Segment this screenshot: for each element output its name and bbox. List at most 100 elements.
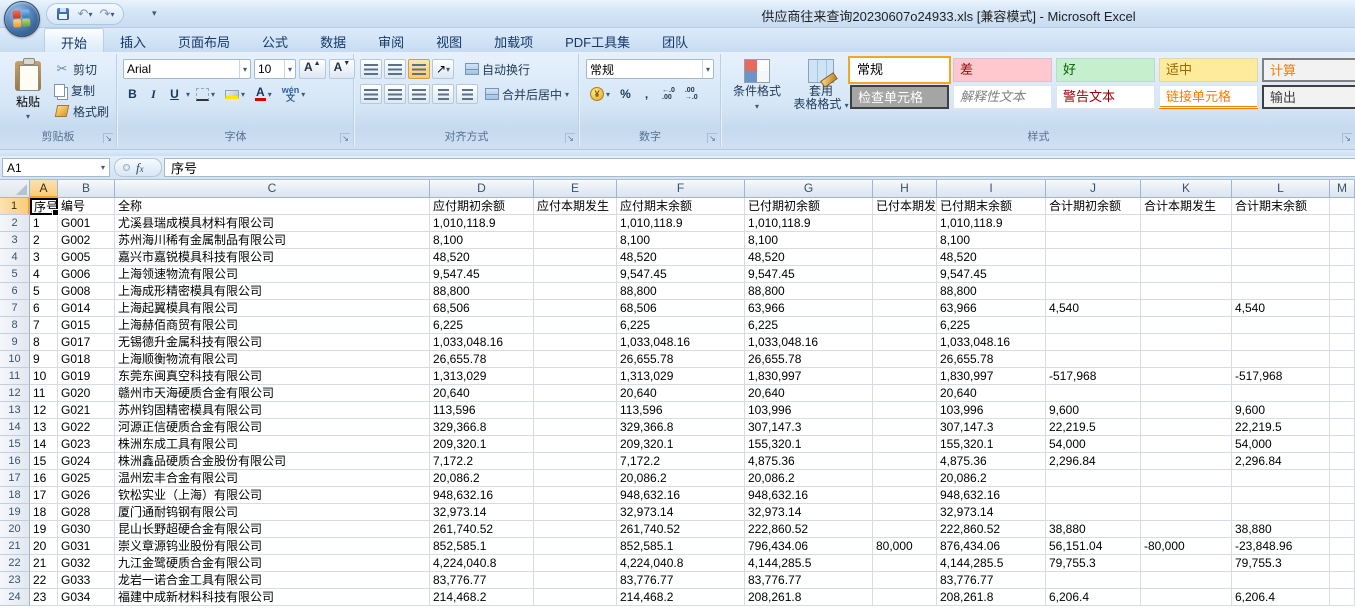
cell-H11[interactable]: [873, 368, 937, 385]
insert-function-button[interactable]: fx: [114, 158, 162, 177]
row-header-3[interactable]: 3: [0, 232, 30, 249]
cell-C3[interactable]: 苏州海川稀有金属制品有限公司: [115, 232, 430, 249]
cell-M16[interactable]: [1330, 453, 1355, 470]
cell-H2[interactable]: [873, 215, 937, 232]
cell-I14[interactable]: 307,147.3: [937, 419, 1046, 436]
shrink-font-button[interactable]: A▼: [329, 59, 356, 79]
cell-D9[interactable]: 1,033,048.16: [430, 334, 534, 351]
cell-G24[interactable]: 208,261.8: [745, 589, 873, 606]
cell-B10[interactable]: G018: [58, 351, 115, 368]
cell-H5[interactable]: [873, 266, 937, 283]
decrease-decimal-button[interactable]: .00→.0: [681, 84, 702, 104]
cell-C11[interactable]: 东莞东闽真空科技有限公司: [115, 368, 430, 385]
cell-style-警告文本[interactable]: 警告文本: [1056, 85, 1155, 109]
cell-C7[interactable]: 上海起翼模具有限公司: [115, 300, 430, 317]
cell-J13[interactable]: 9,600: [1046, 402, 1141, 419]
percent-button[interactable]: %: [616, 84, 635, 104]
cell-D24[interactable]: 214,468.2: [430, 589, 534, 606]
row-header-21[interactable]: 21: [0, 538, 30, 555]
row-header-23[interactable]: 23: [0, 572, 30, 589]
cell-K23[interactable]: [1141, 572, 1232, 589]
cell-F20[interactable]: 261,740.52: [617, 521, 745, 538]
row-header-16[interactable]: 16: [0, 453, 30, 470]
cell-J7[interactable]: 4,540: [1046, 300, 1141, 317]
cell-B20[interactable]: G030: [58, 521, 115, 538]
cell-F16[interactable]: 7,172.2: [617, 453, 745, 470]
cell-style-适中[interactable]: 适中: [1159, 58, 1258, 82]
cell-F18[interactable]: 948,632.16: [617, 487, 745, 504]
row-header-5[interactable]: 5: [0, 266, 30, 283]
cell-M24[interactable]: [1330, 589, 1355, 606]
cell-E11[interactable]: [534, 368, 617, 385]
cell-K17[interactable]: [1141, 470, 1232, 487]
cell-B24[interactable]: G034: [58, 589, 115, 606]
cell-L10[interactable]: [1232, 351, 1330, 368]
cell-J23[interactable]: [1046, 572, 1141, 589]
row-header-20[interactable]: 20: [0, 521, 30, 538]
cell-L5[interactable]: [1232, 266, 1330, 283]
cell-H13[interactable]: [873, 402, 937, 419]
cell-L17[interactable]: [1232, 470, 1330, 487]
cell-B8[interactable]: G015: [58, 317, 115, 334]
cell-E10[interactable]: [534, 351, 617, 368]
cell-M9[interactable]: [1330, 334, 1355, 351]
cell-E4[interactable]: [534, 249, 617, 266]
cell-I1[interactable]: 已付期末余额: [937, 198, 1046, 215]
cell-D3[interactable]: 8,100: [430, 232, 534, 249]
cell-D23[interactable]: 83,776.77: [430, 572, 534, 589]
cell-H9[interactable]: [873, 334, 937, 351]
cell-G14[interactable]: 307,147.3: [745, 419, 873, 436]
cell-D2[interactable]: 1,010,118.9: [430, 215, 534, 232]
cell-J15[interactable]: 54,000: [1046, 436, 1141, 453]
row-header-12[interactable]: 12: [0, 385, 30, 402]
cell-A3[interactable]: 2: [30, 232, 58, 249]
cell-K4[interactable]: [1141, 249, 1232, 266]
row-header-15[interactable]: 15: [0, 436, 30, 453]
tab-页面布局[interactable]: 页面布局: [162, 28, 246, 52]
tab-数据[interactable]: 数据: [304, 28, 362, 52]
cell-L15[interactable]: 54,000: [1232, 436, 1330, 453]
cell-K19[interactable]: [1141, 504, 1232, 521]
phonetic-button[interactable]: wén文▾: [278, 84, 310, 104]
cell-C5[interactable]: 上海领速物流有限公司: [115, 266, 430, 283]
cell-I11[interactable]: 1,830,997: [937, 368, 1046, 385]
cell-J8[interactable]: [1046, 317, 1141, 334]
column-header-D[interactable]: D: [430, 180, 534, 198]
cell-I2[interactable]: 1,010,118.9: [937, 215, 1046, 232]
tab-加载项[interactable]: 加载项: [478, 28, 549, 52]
cell-B18[interactable]: G026: [58, 487, 115, 504]
row-header-18[interactable]: 18: [0, 487, 30, 504]
cell-E17[interactable]: [534, 470, 617, 487]
cell-M18[interactable]: [1330, 487, 1355, 504]
fill-color-button[interactable]: ▾: [221, 84, 249, 104]
cell-I3[interactable]: 8,100: [937, 232, 1046, 249]
cell-I18[interactable]: 948,632.16: [937, 487, 1046, 504]
cell-M12[interactable]: [1330, 385, 1355, 402]
paste-caret-icon[interactable]: ▾: [26, 112, 30, 121]
cell-A13[interactable]: 12: [30, 402, 58, 419]
cell-I24[interactable]: 208,261.8: [937, 589, 1046, 606]
name-box-caret-icon[interactable]: ▾: [101, 163, 105, 172]
formula-input[interactable]: 序号: [164, 158, 1355, 177]
cell-E20[interactable]: [534, 521, 617, 538]
cell-B1[interactable]: 编号: [58, 198, 115, 215]
cell-E3[interactable]: [534, 232, 617, 249]
cell-A8[interactable]: 7: [30, 317, 58, 334]
cell-F17[interactable]: 20,086.2: [617, 470, 745, 487]
align-right-button[interactable]: [408, 84, 430, 104]
cell-J16[interactable]: 2,296.84: [1046, 453, 1141, 470]
cell-L19[interactable]: [1232, 504, 1330, 521]
cell-E21[interactable]: [534, 538, 617, 555]
cell-B21[interactable]: G031: [58, 538, 115, 555]
cell-B13[interactable]: G021: [58, 402, 115, 419]
conditional-formatting-button[interactable]: 条件格式 ▾: [726, 58, 788, 128]
row-header-19[interactable]: 19: [0, 504, 30, 521]
cell-L3[interactable]: [1232, 232, 1330, 249]
italic-button[interactable]: I: [144, 84, 163, 104]
cell-G5[interactable]: 9,547.45: [745, 266, 873, 283]
cell-C6[interactable]: 上海成形精密模具有限公司: [115, 283, 430, 300]
cell-style-计算[interactable]: 计算: [1262, 58, 1355, 82]
cell-B17[interactable]: G025: [58, 470, 115, 487]
redo-icon[interactable]: ↷▾: [99, 6, 115, 22]
cell-G10[interactable]: 26,655.78: [745, 351, 873, 368]
